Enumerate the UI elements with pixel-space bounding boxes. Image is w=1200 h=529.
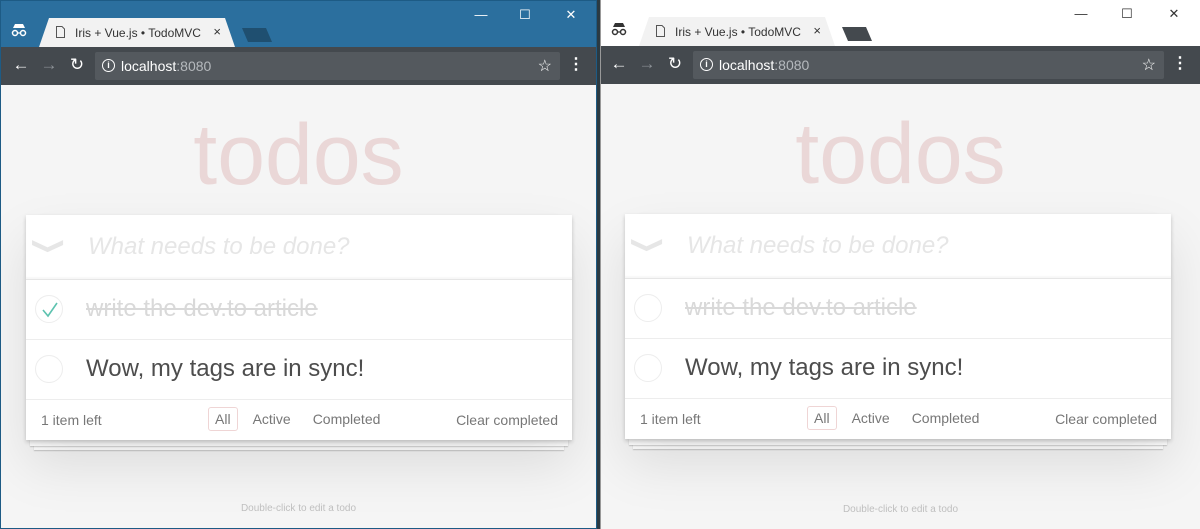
todo-app: ❯ write the dev.to article Wow, my tags …: [625, 214, 1171, 439]
tab-title: Iris + Vue.js • TodoMVC: [75, 26, 201, 40]
toggle-all-chevron-icon[interactable]: ❯: [630, 236, 666, 254]
new-todo-row: ❯: [625, 214, 1171, 279]
todo-checkbox[interactable]: [35, 355, 63, 383]
info-footer: Double-click to edit a todo: [842, 504, 959, 515]
new-todo-input[interactable]: [86, 229, 562, 265]
reload-icon[interactable]: ↻: [665, 55, 685, 73]
page-icon: [56, 26, 65, 38]
todo-checkbox[interactable]: [634, 354, 662, 382]
address-bar[interactable]: i localhost:8080 ☆: [693, 51, 1164, 79]
todo-label[interactable]: write the dev.to article: [685, 294, 917, 322]
minimize-icon[interactable]: —: [471, 7, 491, 23]
new-tab-button[interactable]: [842, 27, 872, 41]
close-window-icon[interactable]: ✕: [1164, 6, 1184, 22]
checkmark-icon: [42, 302, 58, 318]
items-left-count: 1 item left: [41, 412, 102, 428]
incognito-icon: [11, 24, 27, 37]
todo-app: ❯ write the dev.to article Wow, my tags …: [26, 215, 572, 440]
todo-item: write the dev.to article: [26, 280, 572, 340]
tab-close-icon[interactable]: ×: [213, 24, 221, 39]
info-icon[interactable]: i: [700, 58, 713, 71]
url-text[interactable]: localhost:8080: [719, 57, 809, 73]
filters: All Active Completed: [807, 406, 994, 430]
filter-active[interactable]: Active: [246, 407, 298, 431]
stack-shadow: [629, 439, 1167, 445]
browser-tab[interactable]: Iris + Vue.js • TodoMVC ×: [639, 17, 835, 46]
filters: All Active Completed: [208, 407, 395, 431]
todo-label[interactable]: Wow, my tags are in sync!: [86, 355, 364, 383]
items-left-count: 1 item left: [640, 411, 701, 427]
todo-checkbox[interactable]: [35, 295, 63, 323]
close-window-icon[interactable]: ✕: [561, 7, 581, 23]
todo-label[interactable]: Wow, my tags are in sync!: [685, 354, 963, 382]
address-bar[interactable]: i localhost:8080 ☆: [95, 52, 560, 80]
url-port: :8080: [774, 57, 810, 73]
url-text[interactable]: localhost:8080: [121, 58, 211, 74]
bookmark-star-icon[interactable]: ☆: [538, 56, 552, 76]
browser-tab[interactable]: Iris + Vue.js • TodoMVC ×: [39, 18, 235, 47]
title-bar: Iris + Vue.js • TodoMVC × — ☐ ✕: [1, 1, 596, 47]
forward-arrow-icon[interactable]: →: [39, 56, 59, 74]
clear-completed-button[interactable]: Clear completed: [1055, 411, 1157, 427]
filter-all[interactable]: All: [807, 406, 837, 430]
bookmark-star-icon[interactable]: ☆: [1142, 55, 1156, 75]
new-todo-input[interactable]: [685, 228, 1161, 264]
filter-completed[interactable]: Completed: [905, 406, 987, 430]
url-host: localhost: [719, 57, 775, 73]
filter-completed[interactable]: Completed: [306, 407, 388, 431]
incognito-icon: [611, 23, 627, 36]
new-tab-button[interactable]: [242, 28, 272, 42]
menu-dots-icon[interactable]: ⋮: [1172, 55, 1188, 73]
maximize-icon[interactable]: ☐: [515, 7, 535, 23]
todo-item: Wow, my tags are in sync!: [26, 340, 572, 400]
todo-checkbox[interactable]: [634, 294, 662, 322]
new-todo-row: ❯: [26, 215, 572, 280]
filter-all[interactable]: All: [208, 407, 238, 431]
minimize-icon[interactable]: —: [1071, 6, 1091, 22]
info-footer: Double-click to edit a todo: [240, 503, 357, 514]
page-content: todos ❯ write the dev.to article Wow, my…: [601, 84, 1200, 529]
info-icon[interactable]: i: [102, 59, 115, 72]
menu-dots-icon[interactable]: ⋮: [568, 56, 584, 74]
browser-window-left: Iris + Vue.js • TodoMVC × — ☐ ✕ ← → ↻ i …: [0, 0, 597, 529]
stack-shadow: [30, 440, 568, 446]
maximize-icon[interactable]: ☐: [1117, 6, 1137, 22]
reload-icon[interactable]: ↻: [67, 56, 87, 74]
todo-item: Wow, my tags are in sync!: [625, 339, 1171, 399]
forward-arrow-icon[interactable]: →: [637, 55, 657, 73]
browser-toolbar: ← → ↻ i localhost:8080 ☆ ⋮: [1, 47, 596, 85]
todo-footer: 1 item left All Active Completed Clear com…: [26, 400, 572, 440]
tab-title: Iris + Vue.js • TodoMVC: [675, 25, 801, 39]
page-content: todos ❯ write the dev.to article Wow, my…: [1, 85, 596, 528]
browser-window-right: Iris + Vue.js • TodoMVC × — ☐ ✕ ← → ↻ i …: [600, 0, 1200, 529]
browser-toolbar: ← → ↻ i localhost:8080 ☆ ⋮: [601, 46, 1200, 84]
tab-close-icon[interactable]: ×: [813, 23, 821, 38]
url-port: :8080: [176, 58, 212, 74]
todo-label[interactable]: write the dev.to article: [86, 295, 318, 323]
title-bar: Iris + Vue.js • TodoMVC × — ☐ ✕: [601, 0, 1200, 46]
todo-item: write the dev.to article: [625, 279, 1171, 339]
back-arrow-icon[interactable]: ←: [609, 55, 629, 73]
app-heading: todos: [795, 106, 1006, 202]
todo-footer: 1 item left All Active Completed Clear com…: [625, 399, 1171, 439]
clear-completed-button[interactable]: Clear completed: [456, 412, 558, 428]
toggle-all-chevron-icon[interactable]: ❯: [31, 237, 67, 255]
url-host: localhost: [121, 58, 177, 74]
filter-active[interactable]: Active: [845, 406, 897, 430]
app-heading: todos: [193, 107, 404, 203]
page-icon: [656, 25, 665, 37]
back-arrow-icon[interactable]: ←: [11, 56, 31, 74]
